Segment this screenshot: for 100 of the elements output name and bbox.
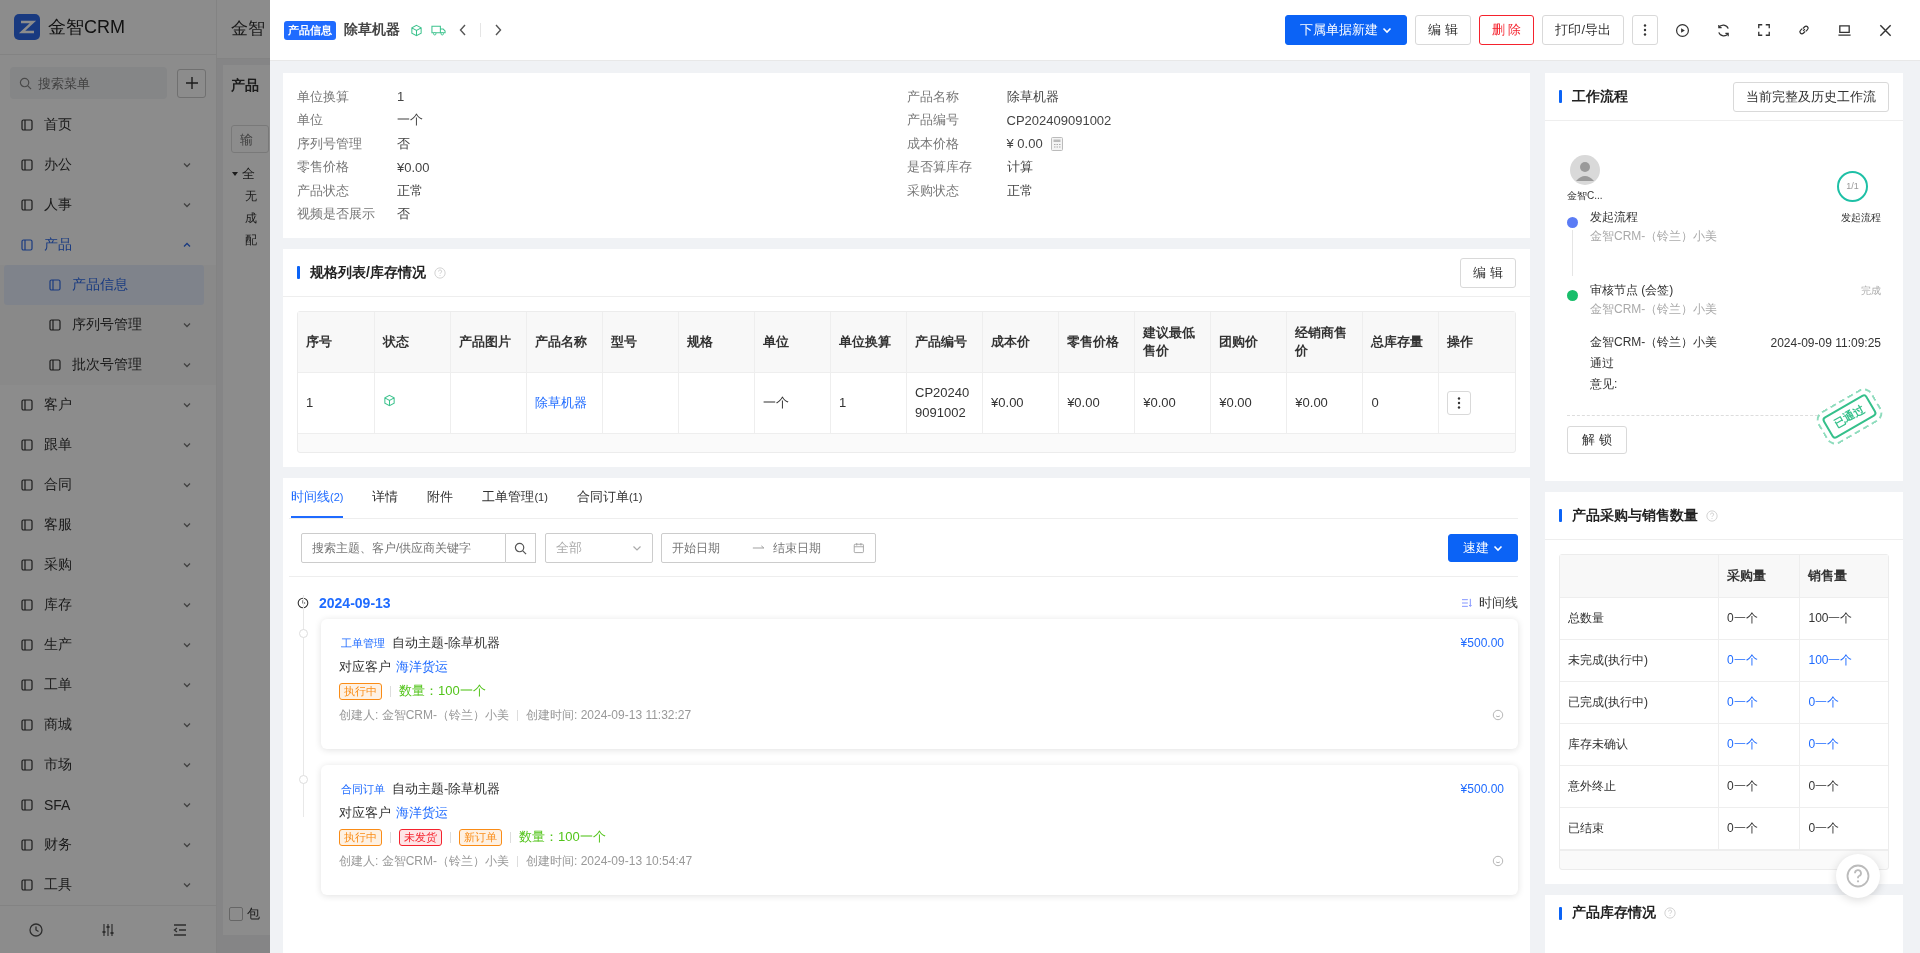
tree-node[interactable]: 成 (231, 207, 271, 229)
action-button[interactable]: 编 辑 (1415, 15, 1471, 45)
tree-node[interactable]: 配 (231, 229, 271, 251)
calculator-icon[interactable] (1050, 136, 1063, 151)
action-button[interactable]: 下属单据新建 (1285, 15, 1408, 45)
tree-search-field[interactable]: 输 (231, 125, 269, 153)
table-cell: 1 (306, 395, 314, 410)
truck-icon (431, 24, 446, 36)
menu-item-icon (20, 518, 34, 533)
timeline-view-link[interactable]: 时间线 (1479, 594, 1518, 612)
menu-item[interactable]: 采购 (0, 545, 216, 586)
quantity-link[interactable]: 100一个 (1808, 653, 1853, 668)
close-icon[interactable] (1878, 22, 1893, 38)
customer-link[interactable]: 海洋货运 (396, 804, 448, 822)
step-title: 发起流程 (1590, 209, 1638, 226)
menu-item[interactable]: 跟单 (0, 425, 216, 466)
next-icon[interactable] (493, 23, 503, 37)
calendar-icon[interactable] (853, 542, 865, 554)
quantity-link[interactable]: 0一个 (1808, 737, 1840, 752)
previous-icon[interactable] (458, 23, 468, 37)
avatar-icon (1569, 155, 1600, 185)
menu-item[interactable]: 生产 (0, 625, 216, 666)
row-label: 库存未确认 (1568, 737, 1628, 752)
menu-item-icon (20, 438, 34, 453)
tree-node[interactable]: 无 (231, 185, 271, 207)
tab[interactable]: 合同订单(1) (576, 478, 643, 518)
menu-item[interactable]: 库存 (0, 585, 216, 626)
start-date-field[interactable]: 开始日期 (672, 541, 744, 555)
refresh-icon[interactable] (1716, 22, 1731, 38)
field-value: 1 (397, 89, 405, 105)
entry-type-tag: 工单管理 (339, 635, 387, 651)
column-header: 团购价 (1210, 312, 1287, 373)
collapse-menu-icon[interactable] (172, 921, 188, 938)
menu-item[interactable]: 产品信息 (4, 265, 204, 306)
menu-item[interactable]: SFA (0, 785, 216, 826)
column-header: 成本价 (982, 312, 1059, 373)
more-button[interactable] (1632, 15, 1658, 45)
quantity-link[interactable]: 0一个 (1727, 695, 1758, 710)
sliders-icon[interactable] (100, 921, 116, 938)
menu-item[interactable]: 工单 (0, 665, 216, 706)
customer-label: 对应客户 (339, 658, 391, 676)
edit-button[interactable]: 编 辑 (1460, 257, 1516, 288)
action-button[interactable]: 删 除 (1478, 15, 1535, 45)
add-button[interactable] (177, 68, 206, 98)
menu-item[interactable]: 商城 (0, 705, 216, 746)
menu-item[interactable]: 财务 (0, 825, 216, 866)
quantity-link[interactable]: 0一个 (1727, 653, 1758, 668)
tab[interactable]: 附件 (427, 478, 454, 518)
menu-item[interactable]: 首页 (0, 105, 216, 146)
menu-item[interactable]: 合同 (0, 465, 216, 506)
timeline-date: 2024-09-13 (319, 595, 391, 611)
panel-title: 产品 (231, 76, 260, 95)
menu-item[interactable]: 序列号管理 (0, 305, 216, 346)
menu-item[interactable]: 客服 (0, 505, 216, 546)
link-icon[interactable] (1797, 23, 1811, 37)
product-link[interactable]: 除草机器 (534, 395, 587, 410)
search-button[interactable] (506, 533, 536, 563)
checkbox[interactable] (229, 907, 243, 921)
menu-item-icon (20, 398, 34, 413)
field-label: 零售价格 (297, 158, 350, 177)
column-header: 单位换算 (830, 312, 907, 373)
quick-create-button[interactable]: 速建 (1448, 534, 1518, 562)
tab[interactable]: 时间线(2) (291, 478, 344, 518)
section-title: 工作流程 (1572, 87, 1628, 106)
menu-item[interactable]: 办公 (0, 145, 216, 186)
tab[interactable]: 工单管理(1) (482, 478, 548, 518)
table-cell: ¥0.00 (1295, 395, 1328, 410)
fullscreen-icon[interactable] (1757, 23, 1771, 37)
field-value: ¥ 0.00 (1006, 136, 1043, 152)
timeline-entry-card[interactable]: 工单管理 自动主题-除草机器 ¥500.00 对应客户 海洋货运 执行中 数量：100一个 创建人: 金智CRM-（铃兰）小美 创建时间: 2024-09-13 11:32:27 (321, 619, 1518, 749)
action-button[interactable]: 打印/导出 (1542, 15, 1624, 45)
column-header: 序号 (298, 312, 375, 373)
laptop-icon[interactable] (1837, 22, 1852, 38)
menu-item-icon (48, 358, 62, 373)
timeline-entry-card[interactable]: 合同订单 自动主题-除草机器 ¥500.00 对应客户 海洋货运 执行中 未发货 新订单 数量：100一个 创建人: 金智CRM-（铃兰）小美 创建时间: 2024-09-13 10:54:47 (321, 765, 1518, 895)
menu-item[interactable]: 产品 (0, 225, 216, 266)
step-title: 审核节点 (会签) (1590, 282, 1674, 299)
menu-item[interactable]: 市场 (0, 745, 216, 786)
checkbox-label: 包 (247, 905, 260, 923)
caret-icon[interactable] (231, 170, 239, 178)
menu-item[interactable]: 人事 (0, 185, 216, 226)
search-field[interactable]: 搜索主题、客户/供应商关键字 (301, 533, 506, 563)
menu-item[interactable]: 工具 (0, 865, 216, 906)
menu-search-field[interactable]: 搜索菜单 (10, 67, 167, 100)
unlock-button[interactable]: 解 锁 (1567, 426, 1627, 454)
quantity-link[interactable]: 0一个 (1727, 737, 1758, 752)
tree-node[interactable]: 全 (242, 165, 255, 183)
plus-icon (184, 76, 199, 91)
end-date-field[interactable]: 结束日期 (773, 541, 846, 555)
quantity-link[interactable]: 0一个 (1808, 695, 1840, 710)
history-icon[interactable] (28, 921, 44, 938)
customer-link[interactable]: 海洋货运 (396, 658, 448, 676)
workflow-history-button[interactable]: 当前完整及历史工作流 (1733, 81, 1889, 112)
menu-item[interactable]: 客户 (0, 385, 216, 426)
row-menu-button[interactable] (1447, 391, 1472, 415)
tab[interactable]: 详情 (372, 478, 399, 518)
sort-icon[interactable] (1461, 598, 1473, 608)
menu-item[interactable]: 批次号管理 (0, 345, 216, 386)
table-cell: ¥0.00 (1143, 395, 1176, 410)
play-icon[interactable] (1675, 22, 1690, 38)
